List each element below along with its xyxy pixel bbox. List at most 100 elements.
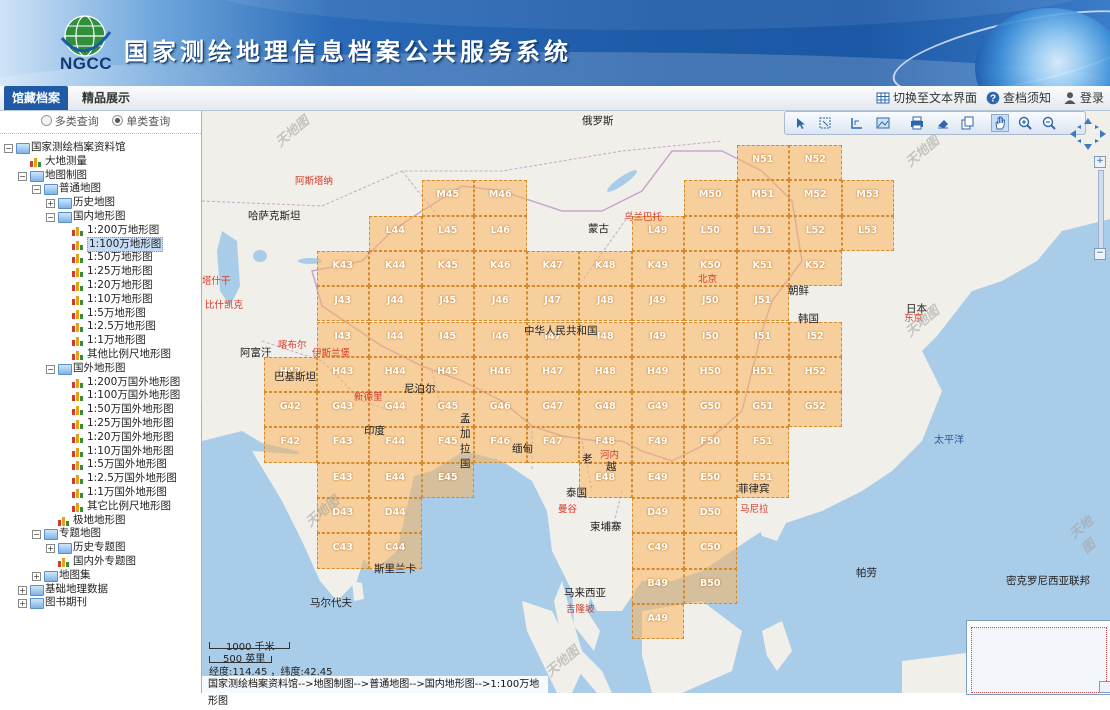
map-sheet-L53[interactable]: L53 (841, 215, 894, 251)
map-sheet-K48[interactable]: K48 (579, 250, 632, 287)
expand-icon[interactable]: + (46, 544, 55, 554)
measure-icon[interactable] (849, 115, 865, 131)
map-sheet-L50[interactable]: L50 (684, 215, 737, 251)
tree-node[interactable]: + 基础地理数据 (0, 583, 201, 597)
expand-icon[interactable]: + (46, 199, 55, 209)
tree-node[interactable]: 1:100万地形图 (0, 236, 201, 253)
map-sheet-J46[interactable]: J46 (474, 286, 527, 322)
tree-node[interactable]: 1:200万地形图 (0, 224, 201, 238)
collapse-icon[interactable]: − (32, 185, 41, 195)
multi-query-radio[interactable] (40, 115, 52, 126)
collapse-icon[interactable]: − (32, 530, 41, 540)
map-sheet-M50[interactable]: M50 (684, 180, 737, 216)
zoom-out-button[interactable]: − (1094, 248, 1106, 260)
tree-node[interactable]: − 国家测绘档案资料馆 (0, 141, 201, 155)
map-sheet-B50[interactable]: B50 (684, 568, 737, 604)
login-link[interactable]: 登录 (1063, 86, 1104, 110)
map-sheet-J50[interactable]: J50 (684, 286, 737, 322)
map-sheet-I49[interactable]: I49 (631, 321, 684, 357)
tab-archive[interactable]: 馆藏档案 (4, 86, 69, 110)
tree-node[interactable]: − 地图制图 (0, 169, 201, 183)
map-view[interactable]: N51 N52 M45 M46 M50 M51 M52 M53 L44 L45 L46 L49 L50 L… (202, 111, 1110, 693)
map-sheet-I50[interactable]: I50 (684, 321, 737, 357)
collapse-icon[interactable]: − (46, 364, 55, 374)
tree-node[interactable]: 1:1万地形图 (0, 334, 201, 348)
tree-node[interactable]: − 普通地图 (0, 182, 201, 196)
map-sheet-D44[interactable]: D44 (369, 498, 422, 534)
map-sheet-I46[interactable]: I46 (474, 321, 527, 357)
tree-node[interactable]: 其它比例尺地形图 (0, 500, 201, 514)
map-sheet-C50[interactable]: C50 (684, 533, 737, 569)
tree-node[interactable]: 1:10万地形图 (0, 293, 201, 307)
select-arrow-icon[interactable] (793, 115, 809, 131)
collapse-icon[interactable]: − (18, 171, 27, 181)
map-sheet-L46[interactable]: L46 (474, 215, 527, 251)
expand-icon[interactable]: + (18, 599, 27, 609)
zoom-slider[interactable]: + − (1094, 156, 1106, 260)
map-sheet-J49[interactable]: J49 (631, 286, 684, 322)
tree-node[interactable]: 国内外专题图 (0, 555, 201, 569)
map-sheet-I45[interactable]: I45 (421, 321, 474, 357)
single-query-radio[interactable] (112, 115, 124, 126)
map-sheet-E43[interactable]: E43 (316, 462, 369, 498)
map-sheet-D50[interactable]: D50 (684, 498, 737, 534)
pan-hand-icon[interactable] (991, 114, 1009, 132)
switch-text-view-link[interactable]: 切换至文本界面 (876, 86, 977, 110)
tree-node[interactable]: + 历史地图 (0, 196, 201, 210)
map-sheet-C43[interactable]: C43 (316, 533, 369, 569)
tree-node[interactable]: 1:5万国外地形图 (0, 458, 201, 472)
map-sheet-M45[interactable]: M45 (421, 180, 474, 216)
map-sheet-G50[interactable]: G50 (684, 392, 737, 428)
map-sheet-L45[interactable]: L45 (421, 215, 474, 251)
map-sheet-B49[interactable]: B49 (631, 568, 684, 604)
single-query-label[interactable]: 单类查询 (126, 115, 170, 128)
tree-node[interactable]: 1:200万国外地形图 (0, 376, 201, 390)
map-sheet-M51[interactable]: M51 (736, 180, 789, 216)
map-sheet-K45[interactable]: K45 (421, 250, 474, 287)
zoom-box-icon[interactable] (817, 115, 833, 131)
map-sheet-J45[interactable]: J45 (421, 286, 474, 322)
clear-icon[interactable] (935, 115, 951, 131)
tree-node[interactable]: − 国内地形图 (0, 210, 201, 224)
map-sheet-H48[interactable]: H48 (579, 356, 632, 393)
map-sheet-H49[interactable]: H49 (631, 356, 684, 393)
map-sheet-F50[interactable]: F50 (684, 427, 737, 463)
map-sheet-L44[interactable]: L44 (369, 215, 422, 251)
map-sheet-N52[interactable]: N52 (789, 145, 842, 181)
map-sheet-G51[interactable]: G51 (736, 392, 789, 428)
collapse-icon[interactable]: − (46, 212, 55, 222)
map-sheet-G42[interactable]: G42 (264, 392, 317, 428)
map-sheet-K43[interactable]: K43 (316, 250, 369, 287)
map-sheet-G52[interactable]: G52 (789, 392, 842, 428)
map-sheet-J44[interactable]: J44 (369, 286, 422, 322)
map-sheet-G47[interactable]: G47 (526, 392, 579, 428)
tree-node[interactable]: 1:2.5万国外地形图 (0, 472, 201, 486)
map-sheet-F47[interactable]: F47 (526, 427, 579, 463)
map-sheet-M52[interactable]: M52 (789, 180, 842, 216)
map-sheet-H43[interactable]: H43 (316, 356, 369, 393)
pan-control[interactable] (1068, 116, 1108, 152)
tree-node[interactable]: − 国外地形图 (0, 362, 201, 376)
expand-icon[interactable]: + (32, 571, 41, 581)
layers-icon[interactable] (959, 115, 975, 131)
tree-node[interactable]: 大地测量 (0, 155, 201, 169)
map-sheet-L51[interactable]: L51 (736, 215, 789, 251)
tree-node[interactable]: 1:10万国外地形图 (0, 445, 201, 459)
tree-node[interactable]: 极地地形图 (0, 514, 201, 528)
map-sheet-G48[interactable]: G48 (579, 392, 632, 428)
map-sheet-H51[interactable]: H51 (736, 356, 789, 393)
map-sheet-F49[interactable]: F49 (631, 427, 684, 463)
zoom-out-icon[interactable] (1041, 115, 1057, 131)
overview-map[interactable] (966, 620, 1110, 695)
tree-node[interactable]: 1:25万地形图 (0, 265, 201, 279)
map-sheet-A49[interactable]: A49 (631, 603, 684, 640)
map-sheet-K51[interactable]: K51 (736, 250, 789, 287)
expand-icon[interactable]: + (18, 585, 27, 595)
map-sheet-H46[interactable]: H46 (474, 356, 527, 393)
overview-toggle-button[interactable] (1099, 681, 1110, 693)
map-sheet-J47[interactable]: J47 (526, 286, 579, 322)
map-sheet-K52[interactable]: K52 (789, 250, 842, 287)
map-sheet-K47[interactable]: K47 (526, 250, 579, 287)
tree-node[interactable]: + 历史专题图 (0, 541, 201, 555)
map-sheet-N51[interactable]: N51 (736, 145, 789, 181)
